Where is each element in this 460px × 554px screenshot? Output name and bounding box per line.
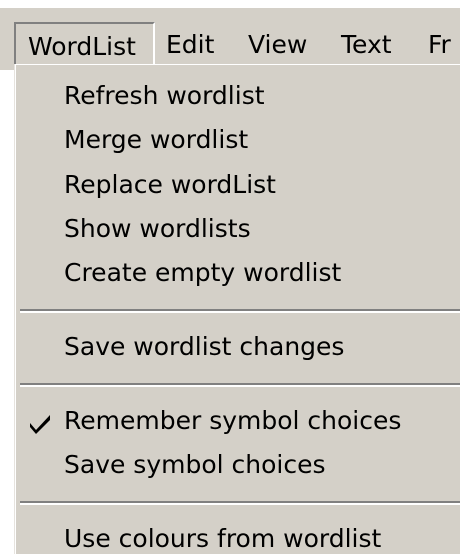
menu-item-save-wordlist-changes[interactable]: Save wordlist changes <box>16 326 460 368</box>
menu-item-merge-wordlist[interactable]: Merge wordlist <box>16 119 460 161</box>
checkmark-icon <box>30 415 50 434</box>
menu-item-label: Save symbol choices <box>64 450 326 479</box>
menu-item-replace-wordlist[interactable]: Replace wordList <box>16 164 460 206</box>
menu-separator <box>20 383 460 387</box>
menu-separator <box>20 501 460 505</box>
menu-item-label: Create empty wordlist <box>64 258 342 287</box>
menu-item-label: Refresh wordlist <box>64 81 265 110</box>
wordlist-dropdown-menu: Refresh wordlist Merge wordlist Replace … <box>14 64 460 554</box>
menu-item-refresh-wordlist[interactable]: Refresh wordlist <box>16 75 460 117</box>
menu-item-label: Use colours from wordlist <box>64 524 382 553</box>
menu-bar: WordList Edit View Text Fr <box>0 0 460 72</box>
menu-item-label: Show wordlists <box>64 214 251 243</box>
menu-item-label: Replace wordList <box>64 170 276 199</box>
menu-item-show-wordlists[interactable]: Show wordlists <box>16 208 460 250</box>
menu-item-save-symbol-choices[interactable]: Save symbol choices <box>16 444 460 486</box>
menu-item-remember-symbol-choices[interactable]: Remember symbol choices <box>16 400 460 442</box>
menu-separator <box>20 309 460 313</box>
menu-item-label: Save wordlist changes <box>64 332 345 361</box>
application-window: WordList Edit View Text Fr Refresh wordl… <box>0 0 460 554</box>
menu-item-use-colours-from-wordlist[interactable]: Use colours from wordlist <box>16 518 460 554</box>
menu-item-label: Remember symbol choices <box>64 406 402 435</box>
menu-item-label: Merge wordlist <box>64 125 249 154</box>
menu-item-create-empty-wordlist[interactable]: Create empty wordlist <box>16 252 460 294</box>
